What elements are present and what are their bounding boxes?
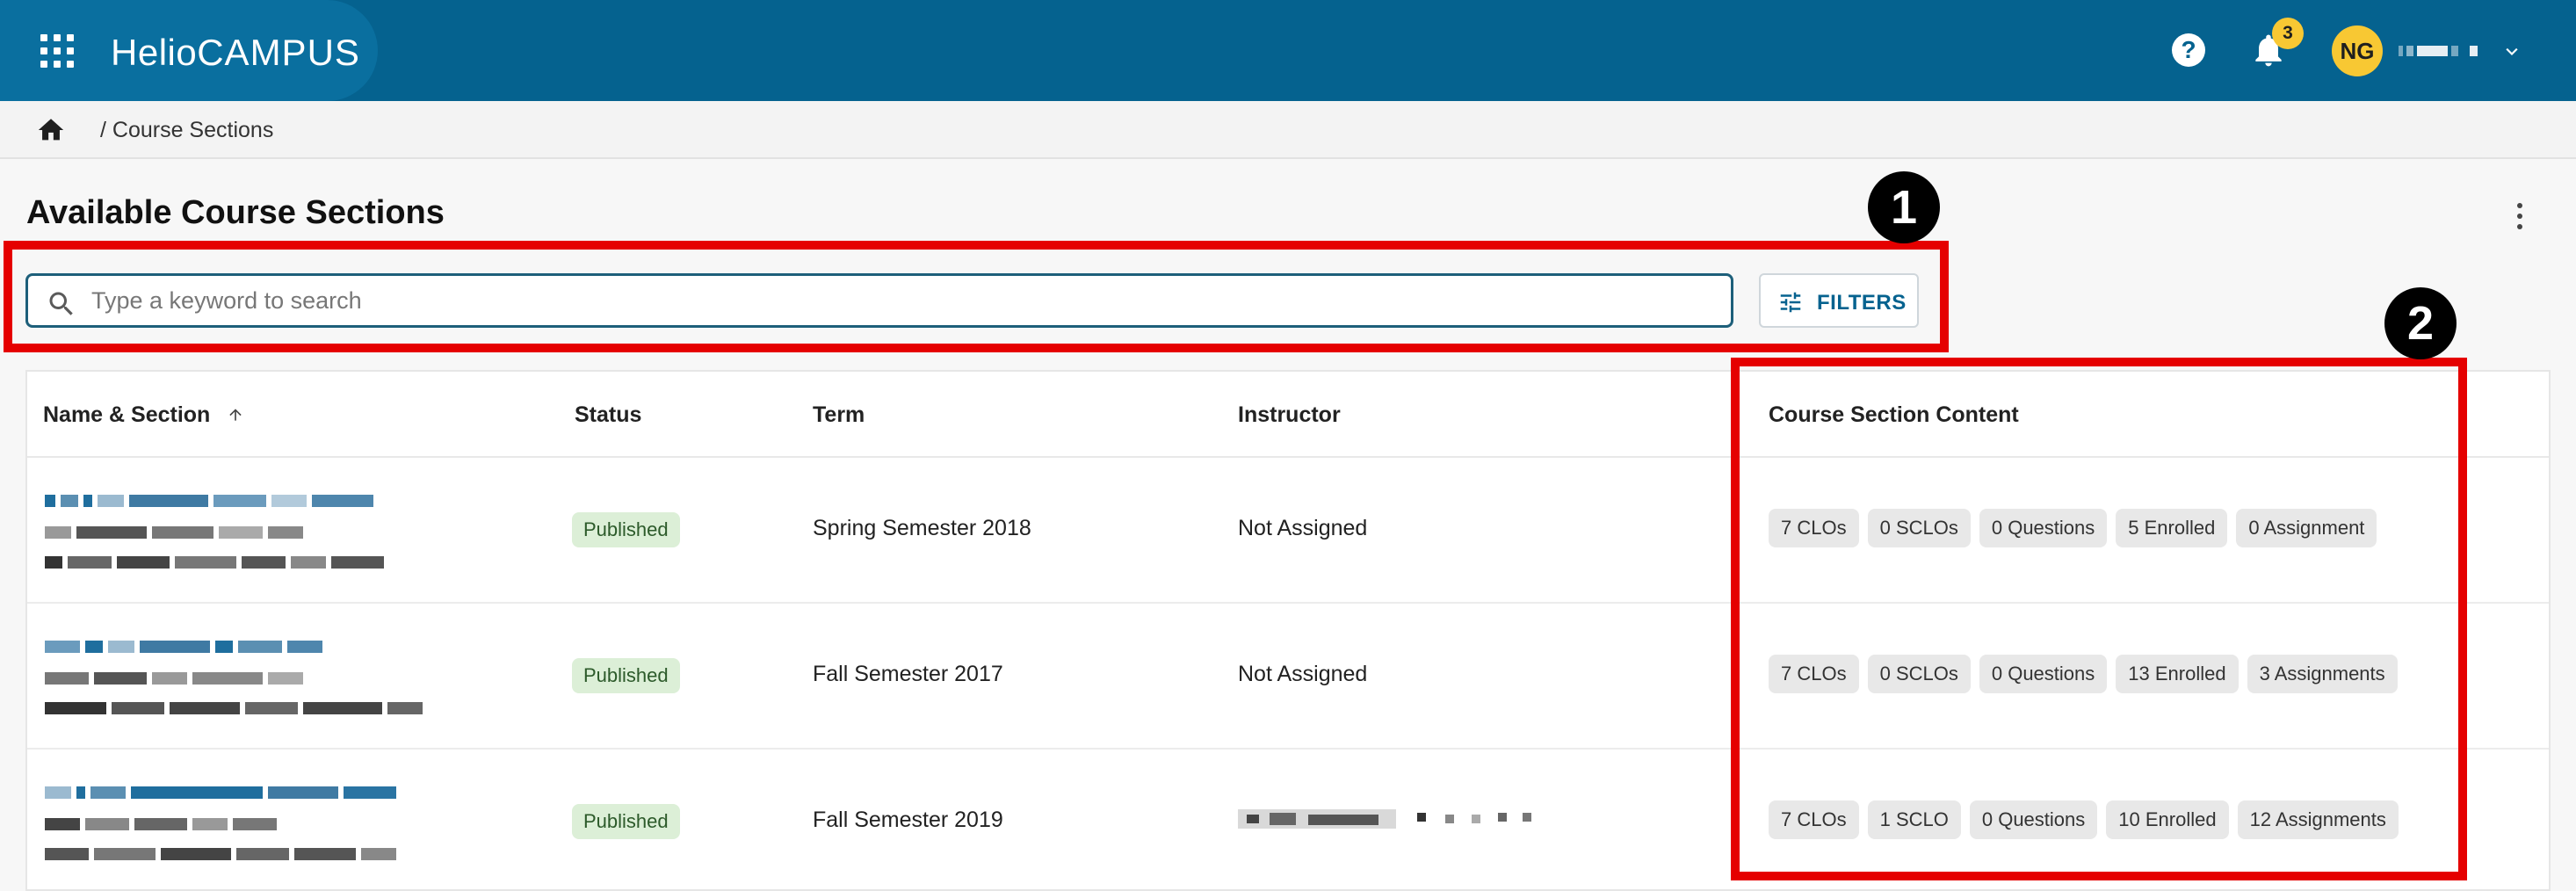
avatar[interactable]: NG: [2332, 25, 2383, 76]
logo-part-2: CAMPUS: [197, 32, 360, 73]
chip-clos: 7 CLOs: [1769, 509, 1859, 547]
search-icon: [49, 292, 73, 315]
instructor-redacted: [1238, 809, 1531, 829]
status-badge: Published: [572, 658, 680, 693]
status-badge: Published: [572, 512, 680, 547]
course-name-redacted[interactable]: [45, 488, 537, 576]
chevron-down-icon[interactable]: [2500, 43, 2523, 61]
column-header-status[interactable]: Status: [575, 402, 641, 428]
column-header-instructor[interactable]: Instructor: [1238, 402, 1341, 428]
chip-questions: 0 Questions: [1979, 509, 2108, 547]
breadcrumb: / Course Sections: [0, 101, 2576, 159]
column-header-content[interactable]: Course Section Content: [1769, 402, 2019, 428]
search-field[interactable]: [25, 273, 1733, 328]
chip-questions: 0 Questions: [1969, 800, 2098, 839]
content-chips: 7 CLOs 0 SCLOs 0 Questions 5 Enrolled 0 …: [1769, 509, 2377, 547]
table-header: Name & Section Status Term Instructor Co…: [27, 372, 2549, 458]
course-sections-table: Name & Section Status Term Instructor Co…: [25, 370, 2551, 891]
annotation-marker-2: 2: [2384, 287, 2457, 359]
apps-grid-icon[interactable]: [40, 34, 74, 68]
help-icon[interactable]: ?: [2172, 33, 2205, 67]
filters-label: FILTERS: [1817, 291, 1907, 315]
chip-assignments: 0 Assignment: [2236, 509, 2377, 547]
annotation-marker-1: 1: [1868, 171, 1940, 243]
instructor-cell: Not Assigned: [1238, 516, 1368, 540]
term-cell: Fall Semester 2017: [813, 662, 1003, 686]
kebab-icon[interactable]: [2514, 203, 2525, 233]
arrow-up-icon[interactable]: [227, 405, 244, 424]
chip-questions: 0 Questions: [1979, 655, 2108, 693]
tune-icon: [1780, 292, 1801, 313]
logo[interactable]: HelioCAMPUS: [111, 32, 360, 74]
user-name-redacted: [2399, 41, 2478, 61]
notification-count-badge: 3: [2272, 18, 2304, 49]
home-icon[interactable]: [35, 115, 67, 145]
table-row[interactable]: Published Fall Semester 2017 Not Assigne…: [27, 604, 2549, 750]
page-title: Available Course Sections: [26, 194, 445, 231]
logo-part-1: Helio: [111, 32, 198, 73]
column-header-term[interactable]: Term: [813, 402, 865, 428]
term-cell: Spring Semester 2018: [813, 516, 1031, 540]
search-input[interactable]: [91, 283, 1708, 318]
filters-button[interactable]: FILTERS: [1759, 273, 1919, 328]
chip-enrolled: 13 Enrolled: [2116, 655, 2239, 693]
table-row[interactable]: Published Spring Semester 2018 Not Assig…: [27, 458, 2549, 604]
status-badge: Published: [572, 804, 680, 839]
chip-assignments: 12 Assignments: [2237, 800, 2399, 839]
column-header-name[interactable]: Name & Section: [43, 402, 244, 428]
top-app-bar: HelioCAMPUS ? 3 NG: [0, 0, 2576, 101]
main-content: Available Course Sections FILTERS Name &…: [0, 159, 2576, 891]
chip-clos: 7 CLOs: [1769, 800, 1859, 839]
chip-sclos: 1 SCLO: [1867, 800, 1961, 839]
term-cell: Fall Semester 2019: [813, 808, 1003, 832]
chip-clos: 7 CLOs: [1769, 655, 1859, 693]
chip-enrolled: 10 Enrolled: [2106, 800, 2229, 839]
instructor-cell: Not Assigned: [1238, 662, 1368, 686]
content-chips: 7 CLOs 1 SCLO 0 Questions 10 Enrolled 12…: [1769, 800, 2399, 839]
course-name-redacted[interactable]: [45, 779, 537, 867]
table-row[interactable]: Published Fall Semester 2019 7 CLOs 1 SC…: [27, 750, 2549, 891]
breadcrumb-current[interactable]: / Course Sections: [100, 118, 273, 143]
course-name-redacted[interactable]: [45, 634, 537, 721]
chip-enrolled: 5 Enrolled: [2116, 509, 2228, 547]
chip-sclos: 0 SCLOs: [1867, 655, 1971, 693]
content-chips: 7 CLOs 0 SCLOs 0 Questions 13 Enrolled 3…: [1769, 655, 2398, 693]
column-name-label: Name & Section: [43, 402, 211, 427]
chip-sclos: 0 SCLOs: [1867, 509, 1971, 547]
chip-assignments: 3 Assignments: [2247, 655, 2398, 693]
